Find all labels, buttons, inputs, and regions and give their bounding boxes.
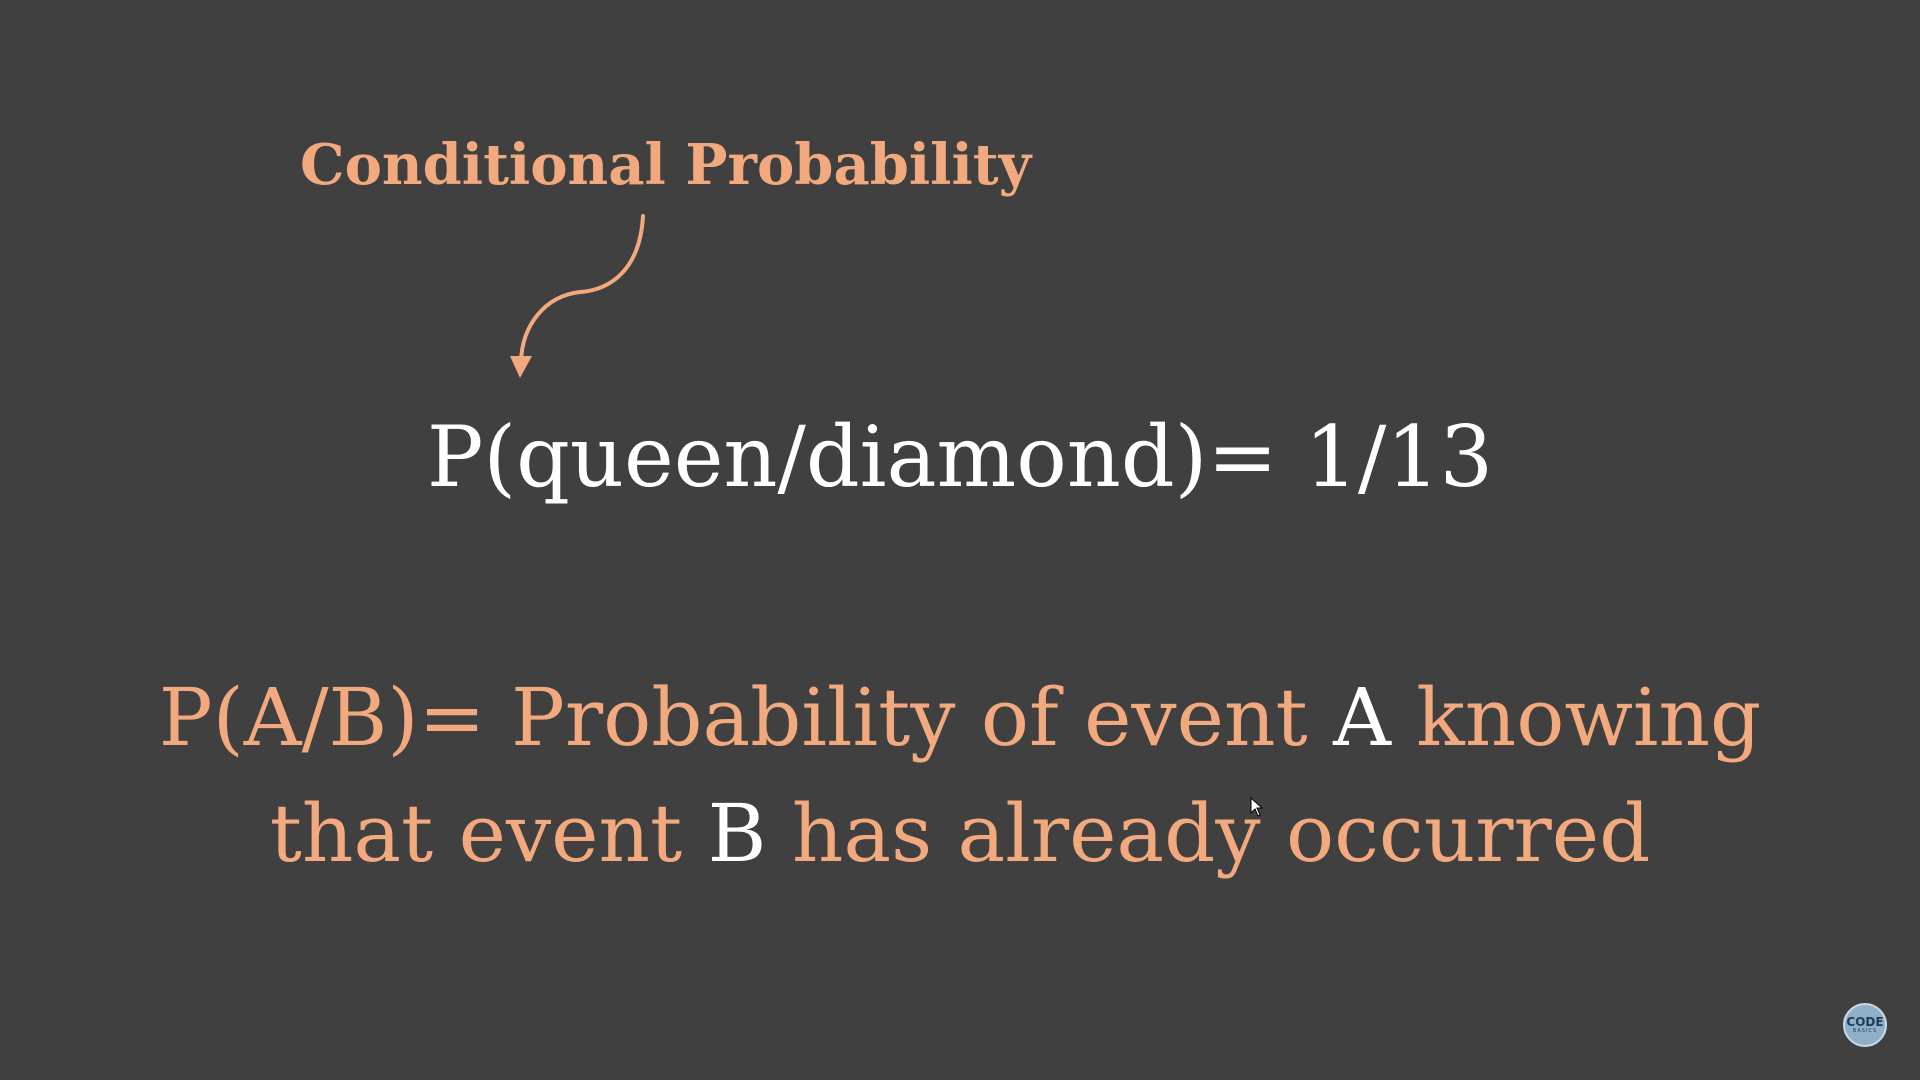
definition-text: P(A/B)= Probability of event A knowing t…: [0, 660, 1920, 892]
definition-line-1-start: P(A/B)= Probability of event: [158, 671, 1334, 764]
event-a-label: A: [1333, 671, 1391, 764]
definition-line-1-end: knowing: [1390, 671, 1762, 764]
logo-main-text: CODE: [1846, 1014, 1884, 1029]
slide-heading: Conditional Probability: [300, 132, 1032, 198]
event-b-label: B: [707, 787, 767, 880]
definition-line-2-start: that event: [269, 787, 708, 880]
definition-line-2-end: has already occurred: [766, 787, 1651, 880]
definition-line-2: that event B has already occurred: [0, 776, 1920, 892]
definition-line-1: P(A/B)= Probability of event A knowing: [0, 660, 1920, 776]
logo-sub-text: BASICS: [1852, 1027, 1878, 1034]
curved-arrow-icon: [510, 214, 645, 378]
formula-example: P(queen/diamond)= 1/13: [426, 408, 1494, 506]
mouse-cursor-icon: [1250, 797, 1264, 817]
slide: Conditional Probability P(queen/diamond)…: [0, 0, 1920, 1080]
codebasics-logo[interactable]: CODE BASICS: [1843, 1003, 1887, 1047]
